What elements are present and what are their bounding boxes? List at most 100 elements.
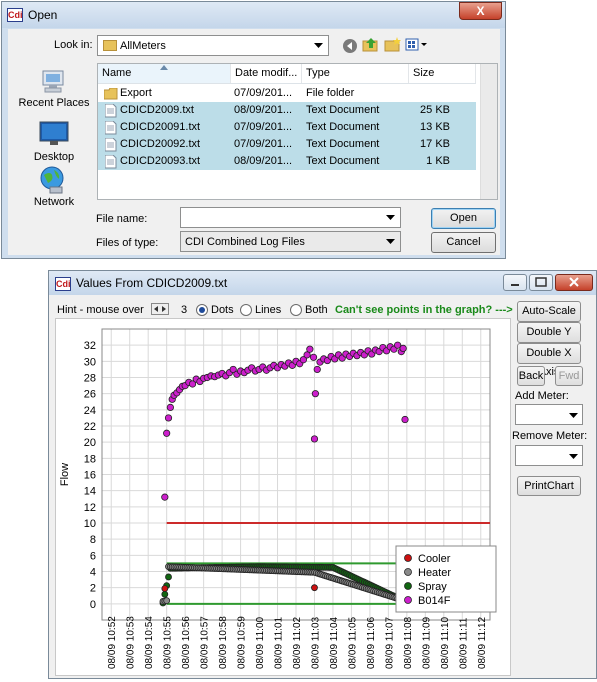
column-header-name[interactable]: Name [98, 64, 231, 83]
x-tick-label: 08/09 10:56 [181, 616, 192, 669]
file-row[interactable]: CDICD2009.txt 08/09/201... Text Document… [98, 102, 476, 119]
y-tick-label: 20 [84, 437, 96, 449]
minimize-button[interactable] [503, 274, 527, 291]
column-header-date[interactable]: Date modif... [231, 64, 302, 83]
y-axis-label: Flow [59, 463, 71, 486]
remove-meter-label: Remove Meter: [512, 430, 588, 442]
chart-window-titlebar: Cdi Values From CDICD2009.txt [49, 271, 596, 295]
print-chart-button[interactable]: PrintChart [517, 476, 581, 496]
file-list[interactable]: Name Date modif... Type Size Export 07/0… [97, 63, 498, 200]
place-network[interactable]: Network [10, 165, 98, 211]
column-header-type[interactable]: Type [302, 64, 409, 83]
x-tick-label: 08/09 10:54 [144, 616, 155, 669]
up-folder-icon[interactable] [362, 37, 380, 53]
y-tick-label: 26 [84, 389, 96, 401]
file-row[interactable]: CDICD20093.txt 08/09/201... Text Documen… [98, 153, 476, 170]
file-size: 13 KB [420, 121, 450, 133]
x-tick-label: 08/09 11:02 [292, 616, 303, 669]
cdi-logo: Cdi [55, 277, 71, 291]
double-y-axis-button[interactable]: Double Y Axis [517, 322, 581, 357]
legend-marker [404, 596, 412, 604]
lines-radio[interactable] [240, 304, 252, 316]
legend-marker [404, 554, 412, 562]
x-tick-label: 08/09 10:53 [126, 616, 137, 669]
file-name-input[interactable] [180, 207, 401, 228]
file-name: CDICD20091.txt [120, 121, 201, 133]
file-type-select[interactable]: CDI Combined Log Files [180, 231, 401, 252]
open-dialog-titlebar: Cdi Open X [2, 2, 505, 28]
y-tick-label: 16 [84, 470, 96, 482]
data-point [306, 345, 314, 353]
file-name-label: File name: [96, 213, 148, 225]
close-button[interactable] [555, 274, 593, 291]
add-meter-select[interactable] [515, 404, 583, 425]
chevron-down-icon [386, 239, 395, 244]
legend-label: Heater [418, 567, 451, 579]
legend-label: Cooler [418, 553, 451, 565]
y-tick-label: 18 [84, 453, 96, 465]
file-list-scrollbar[interactable] [480, 64, 497, 199]
remove-meter-select[interactable] [515, 445, 583, 466]
data-point [163, 597, 171, 605]
new-folder-icon[interactable] [384, 37, 402, 53]
chevron-down-icon [569, 454, 578, 459]
close-icon [569, 277, 579, 287]
chevron-down-icon [314, 43, 323, 48]
open-button[interactable]: Open [431, 208, 496, 229]
open-dialog-title: Open [28, 8, 58, 22]
flow-chart[interactable]: 02468101214161820222426283032Flow08/09 1… [56, 319, 512, 677]
place-desktop[interactable]: Desktop [10, 120, 98, 166]
data-point [165, 573, 172, 581]
y-tick-label: 2 [90, 583, 96, 595]
view-menu-icon[interactable] [405, 37, 429, 53]
look-in-value: AllMeters [120, 40, 166, 52]
file-row[interactable]: CDICD20091.txt 07/09/201... Text Documen… [98, 119, 476, 136]
stepper-arrows-icon [154, 306, 166, 312]
network-label: Network [33, 196, 75, 208]
close-button[interactable]: X [459, 2, 502, 20]
double-x-axis-button[interactable]: Double X Axis [517, 343, 581, 378]
data-point [161, 590, 169, 598]
maximize-icon [535, 277, 547, 287]
both-radio[interactable] [290, 304, 302, 316]
back-button[interactable]: Back [517, 366, 545, 386]
y-tick-label: 22 [84, 421, 96, 433]
y-tick-label: 6 [90, 550, 96, 562]
desktop-label: Desktop [33, 151, 75, 163]
chart-window: Cdi Values From CDICD2009.txt Hint - mou… [48, 270, 597, 679]
dots-radio[interactable] [196, 304, 208, 316]
lines-label: Lines [255, 304, 282, 316]
file-type: Text Document [306, 138, 380, 150]
add-meter-label: Add Meter: [515, 390, 569, 402]
file-date: 07/09/201... [234, 87, 293, 99]
x-tick-label: 08/09 11:04 [329, 616, 340, 669]
data-point [313, 365, 321, 374]
hint-value: 3 [181, 304, 188, 316]
column-header-size[interactable]: Size [409, 64, 476, 83]
back-arrow-icon[interactable] [342, 38, 358, 54]
look-in-label: Look in: [54, 39, 93, 51]
auto-scale-button[interactable]: Auto-Scale [517, 301, 581, 322]
file-date: 08/09/201... [234, 104, 293, 116]
x-tick-label: 08/09 11:03 [310, 616, 321, 669]
file-row[interactable]: CDICD20092.txt 07/09/201... Text Documen… [98, 136, 476, 153]
look-in-combo[interactable]: AllMeters [97, 35, 329, 56]
cancel-button[interactable]: Cancel [431, 232, 496, 253]
maximize-button[interactable] [529, 274, 553, 291]
fwd-button[interactable]: Fwd [555, 366, 583, 386]
place-recent-places[interactable]: Recent Places [10, 65, 98, 113]
file-name: CDICD20093.txt [120, 155, 201, 167]
file-date: 07/09/201... [234, 138, 293, 150]
hint-stepper[interactable] [151, 303, 169, 315]
data-point [311, 390, 319, 398]
legend-label: Spray [418, 581, 447, 593]
folder-icon [103, 40, 117, 51]
data-point [310, 435, 319, 443]
y-tick-label: 32 [84, 340, 96, 352]
x-tick-label: 08/09 11:10 [440, 616, 451, 669]
x-tick-label: 08/09 11:00 [255, 616, 266, 669]
file-size: 17 KB [420, 138, 450, 150]
file-type: Text Document [306, 104, 380, 116]
file-row[interactable]: Export 07/09/201... File folder [98, 85, 476, 102]
x-tick-label: 08/09 11:09 [421, 616, 432, 669]
